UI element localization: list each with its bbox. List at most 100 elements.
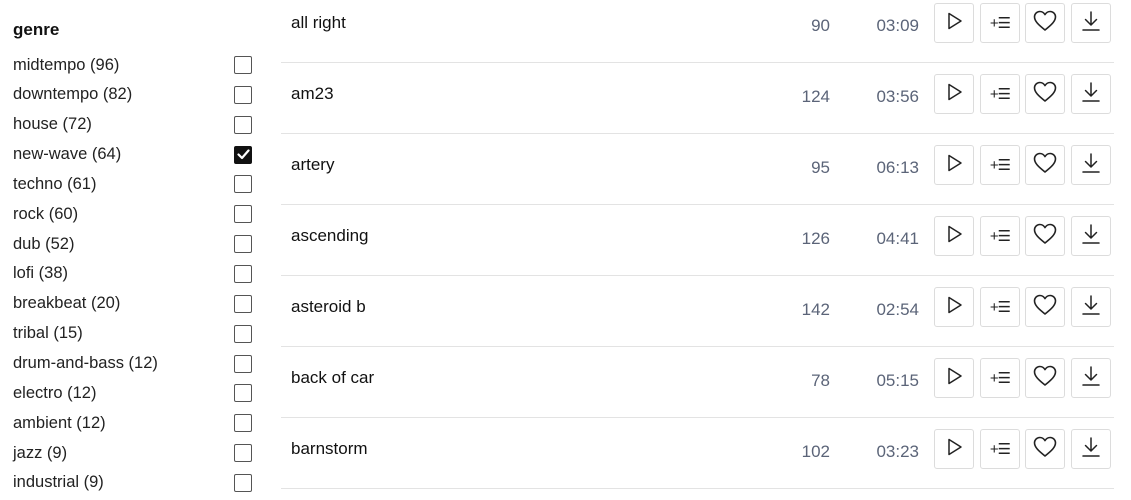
play-button[interactable]: [934, 216, 974, 256]
track-title[interactable]: asteroid b: [291, 297, 366, 317]
genre-label: new-wave (64): [13, 145, 122, 164]
favorite-button[interactable]: [1025, 429, 1065, 469]
genre-checkbox[interactable]: [234, 444, 252, 463]
play-icon: [944, 295, 964, 320]
track-bpm: 124: [801, 87, 830, 106]
genre-row[interactable]: rock (60): [13, 199, 253, 229]
genre-checkbox[interactable]: [234, 235, 252, 254]
download-icon: [1081, 152, 1101, 179]
genre-row[interactable]: midtempo (96): [13, 50, 253, 80]
genre-row[interactable]: breakbeat (20): [13, 289, 253, 319]
genre-row[interactable]: industrial (9): [13, 468, 253, 498]
add-to-queue-button[interactable]: +☰: [980, 429, 1020, 469]
add-to-queue-icon: +☰: [989, 370, 1011, 387]
play-button[interactable]: [934, 287, 974, 327]
track-duration: 02:54: [876, 300, 919, 319]
genre-checkbox[interactable]: [234, 115, 252, 134]
download-icon: [1081, 365, 1101, 392]
add-to-queue-icon: +☰: [989, 157, 1011, 174]
download-button[interactable]: [1071, 216, 1111, 256]
add-to-queue-button[interactable]: +☰: [980, 358, 1020, 398]
play-icon: [944, 11, 964, 36]
download-icon: [1081, 223, 1101, 250]
genre-checkbox[interactable]: [234, 354, 252, 373]
download-button[interactable]: [1071, 74, 1111, 114]
heart-icon: [1033, 294, 1057, 321]
favorite-button[interactable]: [1025, 287, 1065, 327]
genre-checkbox[interactable]: [234, 175, 252, 194]
favorite-button[interactable]: [1025, 358, 1065, 398]
track-title[interactable]: barnstorm: [291, 439, 368, 459]
favorite-button[interactable]: [1025, 74, 1065, 114]
genre-label: drum-and-bass (12): [13, 354, 158, 372]
track-bpm: 78: [811, 371, 830, 390]
row-divider: [281, 488, 1114, 489]
track-duration: 03:09: [876, 16, 919, 35]
download-button[interactable]: [1071, 287, 1111, 327]
genre-row[interactable]: ambient (12): [13, 408, 253, 438]
genre-checkbox[interactable]: [234, 264, 252, 283]
download-button[interactable]: [1071, 145, 1111, 185]
play-button[interactable]: [934, 3, 974, 43]
track-title[interactable]: all right: [291, 13, 346, 33]
genre-checkbox[interactable]: [234, 384, 252, 403]
download-button[interactable]: [1071, 429, 1111, 469]
genre-checkbox[interactable]: [234, 294, 252, 313]
track-title[interactable]: am23: [291, 84, 334, 104]
genre-checkbox[interactable]: [234, 85, 252, 104]
favorite-button[interactable]: [1025, 216, 1065, 256]
row-divider: [281, 133, 1114, 134]
play-button[interactable]: [934, 358, 974, 398]
genre-row[interactable]: new-wave (64): [13, 140, 253, 170]
track-row: ascending 126 04:41 +☰: [281, 206, 1114, 276]
genre-row[interactable]: house (72): [13, 110, 253, 140]
genre-row[interactable]: drum-and-bass (12): [13, 349, 253, 379]
genre-row[interactable]: lofi (38): [13, 259, 253, 289]
favorite-button[interactable]: [1025, 3, 1065, 43]
play-icon: [944, 153, 964, 178]
track-bpm: 95: [811, 158, 830, 177]
add-to-queue-button[interactable]: +☰: [980, 216, 1020, 256]
add-to-queue-button[interactable]: +☰: [980, 145, 1020, 185]
genre-row[interactable]: downtempo (82): [13, 80, 253, 110]
track-title[interactable]: ascending: [291, 226, 369, 246]
play-button[interactable]: [934, 74, 974, 114]
play-button[interactable]: [934, 429, 974, 469]
genre-label: lofi (38): [13, 264, 69, 283]
track-bpm: 142: [801, 300, 830, 319]
download-icon: [1081, 294, 1101, 321]
add-to-queue-button[interactable]: +☰: [980, 3, 1020, 43]
download-button[interactable]: [1071, 3, 1111, 43]
track-title[interactable]: artery: [291, 155, 334, 175]
genre-row[interactable]: dub (52): [13, 229, 253, 259]
genre-row[interactable]: tribal (15): [13, 319, 253, 349]
play-icon: [944, 437, 964, 462]
genre-label: ambient (12): [13, 413, 106, 432]
add-to-queue-icon: +☰: [989, 15, 1011, 32]
genre-label: midtempo (96): [13, 55, 120, 74]
genre-checkbox[interactable]: [234, 56, 252, 74]
play-button[interactable]: [934, 145, 974, 185]
add-to-queue-button[interactable]: +☰: [980, 74, 1020, 114]
favorite-button[interactable]: [1025, 145, 1065, 185]
genre-row[interactable]: jazz (9): [13, 438, 253, 468]
add-to-queue-icon: +☰: [989, 299, 1011, 316]
genre-row[interactable]: techno (61): [13, 169, 253, 199]
genre-label: industrial (9): [13, 473, 104, 492]
heart-icon: [1033, 436, 1057, 463]
genre-checkbox[interactable]: [234, 473, 252, 492]
check-icon: [236, 149, 250, 160]
genre-row[interactable]: electro (12): [13, 378, 253, 408]
add-to-queue-button[interactable]: +☰: [980, 287, 1020, 327]
genre-checkbox[interactable]: [234, 324, 252, 343]
genre-checkbox[interactable]: [234, 205, 252, 224]
track-duration: 03:23: [876, 442, 919, 461]
genre-label: breakbeat (20): [13, 294, 121, 313]
play-icon: [944, 224, 964, 249]
row-divider: [281, 346, 1114, 347]
track-title[interactable]: back of car: [291, 368, 374, 388]
genre-checkbox[interactable]: [234, 145, 252, 164]
track-bpm: 90: [811, 16, 830, 35]
download-button[interactable]: [1071, 358, 1111, 398]
genre-checkbox[interactable]: [234, 414, 252, 433]
